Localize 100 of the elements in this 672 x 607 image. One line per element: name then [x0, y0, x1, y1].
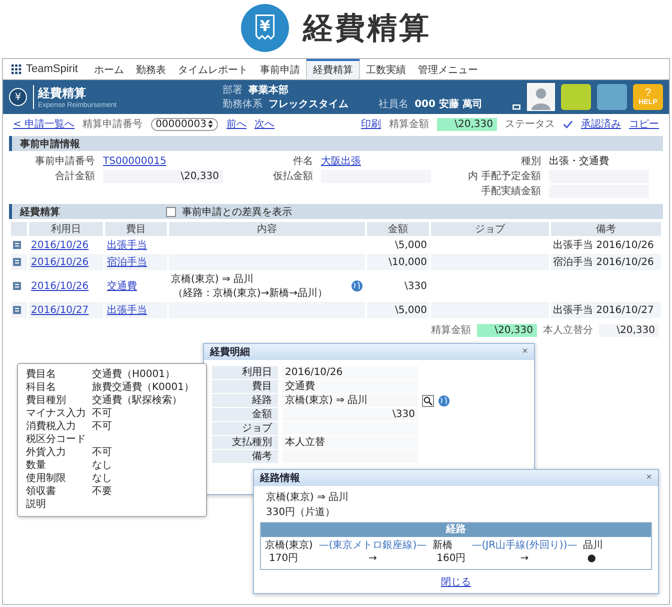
- info-value: なし: [92, 473, 113, 485]
- close-button[interactable]: ×: [522, 347, 528, 357]
- amount-value: \330: [282, 408, 418, 421]
- detail-icon[interactable]: [13, 241, 21, 249]
- field-link[interactable]: 大阪出張: [321, 155, 431, 168]
- date-link[interactable]: 2016/10/26: [31, 240, 89, 250]
- section-title: 事前申請情報: [20, 138, 80, 150]
- next-link[interactable]: 次へ: [254, 117, 274, 131]
- info-value: 交通費（駅探検索）: [92, 395, 183, 407]
- previous-link[interactable]: 前へ: [226, 117, 246, 131]
- route-summary: 京橋(東京) ⇒ 品川: [265, 490, 350, 504]
- amount-cell: \10,000: [388, 256, 427, 268]
- spinner-icon[interactable]: [208, 120, 214, 128]
- column-header: 費目: [105, 222, 167, 236]
- detail-icon[interactable]: [13, 282, 21, 290]
- shortcut-tile[interactable]: [597, 84, 627, 110]
- page-title: 経費精算: [303, 10, 431, 48]
- field-label: 件名: [292, 155, 313, 168]
- yen-receipt-icon: ¥: [241, 4, 289, 52]
- close-link[interactable]: 閉じる: [441, 575, 471, 589]
- section-title: 経費精算: [20, 206, 60, 218]
- station-name: 京橋(東京): [265, 539, 313, 552]
- print-link[interactable]: 印刷: [361, 117, 381, 131]
- field-value: 出張・交通費: [549, 155, 610, 168]
- detail-icon[interactable]: [13, 258, 21, 266]
- detail-icon[interactable]: [13, 306, 21, 314]
- field-label: 部署: [222, 84, 243, 97]
- field-label: 手配実績金額: [480, 185, 541, 198]
- note-cell: 宿泊手当 2016/10/26: [553, 257, 654, 268]
- field-label: 支払種別: [212, 436, 278, 449]
- field-value: 2016/10/26: [282, 366, 418, 379]
- checkbox[interactable]: [166, 206, 176, 216]
- number-select[interactable]: 00000003: [150, 118, 218, 130]
- check-icon: [563, 120, 573, 128]
- info-label: 消費税入力: [26, 421, 77, 433]
- column-header: 金額: [367, 222, 429, 236]
- header-title: 経費精算: [38, 85, 87, 102]
- field-label: ジョブ: [212, 422, 278, 435]
- field-label: 仮払金額: [272, 170, 313, 183]
- table-title: 経路: [446, 524, 466, 535]
- checkbox-label: 事前申請との差異を表示: [182, 206, 292, 218]
- amount-cell: \330: [404, 280, 427, 292]
- field-label: 内 手配予定金額: [466, 170, 541, 183]
- copy-link[interactable]: コピー: [629, 117, 659, 131]
- field-label: 備考: [212, 450, 278, 463]
- amount-value: \20,330: [437, 118, 497, 130]
- info-value: 不可: [92, 421, 113, 433]
- note-cell: 出張手当 2016/10/26: [553, 240, 654, 251]
- field-label: 本人立替分: [543, 324, 593, 337]
- route-value: 京橋(東京) ⇒ 品川: [282, 394, 418, 407]
- yen-icon: ¥: [9, 88, 27, 106]
- station-name: 品川: [583, 539, 604, 552]
- status-link[interactable]: 承認済み: [581, 117, 621, 131]
- search-icon[interactable]: [422, 394, 434, 406]
- amount-cell: \5,000: [395, 240, 427, 250]
- station-name: 新橋: [432, 539, 454, 552]
- info-label: 外貨入力: [26, 447, 67, 459]
- field-label: 合計金額: [54, 170, 95, 183]
- info-label: 税区分コード: [26, 434, 87, 446]
- field-label: ステータス: [505, 118, 555, 131]
- train-line: —(JR山手線(外回り))—: [472, 539, 578, 552]
- monitor-icon[interactable]: [512, 104, 521, 111]
- info-label: 数量: [26, 460, 46, 472]
- fare-text: 330円（片道）: [265, 506, 336, 519]
- field-value: フレックスタイム: [268, 98, 349, 111]
- info-label: 使用制限: [26, 473, 67, 485]
- field-value: 本人立替: [282, 436, 418, 449]
- employee-name: 000 安藤 萬司: [414, 97, 482, 111]
- info-value: 旅費交通費（K0001）: [92, 382, 196, 394]
- field-label: 種別: [520, 155, 541, 168]
- close-button[interactable]: ×: [646, 473, 652, 483]
- grid-icon: [11, 64, 22, 74]
- info-value: 不可: [92, 447, 113, 459]
- nav-tab[interactable]: 経費精算: [306, 59, 360, 79]
- total-amount: \20,330: [477, 324, 537, 336]
- shortcut-tile[interactable]: [561, 84, 591, 110]
- item-link[interactable]: 出張手当: [107, 240, 147, 251]
- info-label: 説明: [26, 499, 47, 511]
- globe-icon[interactable]: [351, 280, 363, 292]
- field-label: 精算申請番号: [82, 118, 143, 131]
- field-label: 経路: [212, 394, 278, 407]
- field-label: 精算金額: [389, 118, 429, 131]
- field-label: 費目: [212, 380, 278, 393]
- back-link[interactable]: < 申請一覧へ: [13, 117, 75, 131]
- field-link[interactable]: TS00000015: [103, 155, 223, 168]
- item-link[interactable]: 交通費: [107, 281, 137, 292]
- arrow-cell-text: →: [519, 552, 530, 565]
- field-label: 精算金額: [431, 324, 471, 337]
- info-label: 科目名: [26, 382, 57, 394]
- dialog-title: 経路情報: [260, 472, 300, 485]
- field-label: 利用日: [212, 366, 278, 379]
- avatar[interactable]: [527, 83, 555, 111]
- own-amount: \20,330: [599, 324, 659, 336]
- date-link[interactable]: 2016/10/26: [31, 280, 89, 292]
- route-text: 京橋(東京) ⇒ 品川: [171, 272, 255, 286]
- column-header: 内容: [169, 222, 365, 236]
- info-value: 交通費（H0001）: [92, 369, 176, 381]
- globe-icon[interactable]: [438, 394, 450, 406]
- info-label: 費目種別: [26, 395, 66, 407]
- info-label: マイナス入力: [26, 408, 87, 420]
